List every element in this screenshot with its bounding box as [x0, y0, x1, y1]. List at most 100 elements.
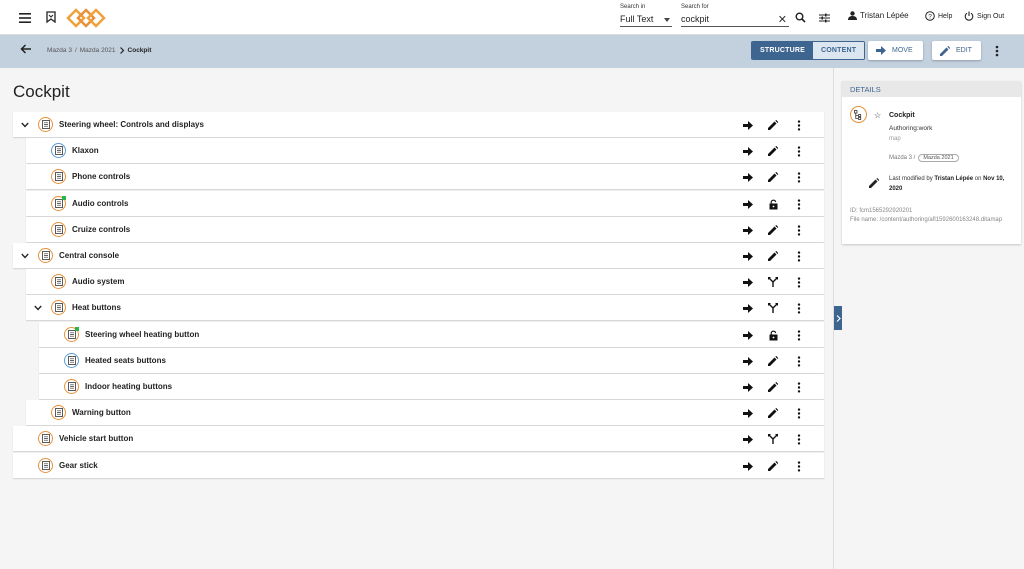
topic-icon — [38, 431, 53, 446]
menu-icon[interactable] — [18, 11, 32, 25]
more-options-icon[interactable] — [793, 381, 805, 393]
edit-icon[interactable] — [767, 407, 779, 419]
power-icon — [964, 11, 974, 21]
filter-settings-icon[interactable] — [818, 11, 831, 24]
breadcrumb-item[interactable]: Mazda 2021 — [80, 47, 116, 54]
edit-icon[interactable] — [767, 145, 779, 157]
help-icon: ? — [925, 11, 935, 21]
more-options-icon[interactable] — [995, 45, 999, 59]
arrow-right-icon[interactable] — [742, 250, 754, 262]
more-options-icon[interactable] — [793, 224, 805, 236]
tree-item-label: Audio controls — [72, 199, 129, 208]
more-options-icon[interactable] — [793, 329, 805, 341]
topic-icon — [51, 300, 66, 315]
signout-button[interactable]: Sign Out — [964, 11, 1004, 21]
tree-row[interactable]: Steering wheel: Controls and displays — [13, 112, 824, 137]
new-indicator — [75, 327, 79, 331]
move-button[interactable]: MOVE — [868, 41, 923, 60]
edit-button[interactable]: EDIT — [932, 41, 981, 60]
clear-icon[interactable]: ✕ — [778, 13, 787, 26]
arrow-right-icon[interactable] — [742, 224, 754, 236]
bookmark-icon[interactable] — [44, 10, 58, 24]
topic-icon — [38, 248, 53, 263]
more-options-icon[interactable] — [793, 250, 805, 262]
edit-icon[interactable] — [767, 355, 779, 367]
arrow-right-icon[interactable] — [742, 145, 754, 157]
edit-icon[interactable] — [767, 250, 779, 262]
edit-icon[interactable] — [767, 381, 779, 393]
tab-structure[interactable]: STRUCTURE — [752, 42, 813, 59]
breadcrumb-item[interactable]: Mazda 3 — [47, 47, 72, 54]
edit-icon[interactable] — [767, 460, 779, 472]
arrow-right-icon[interactable] — [742, 276, 754, 288]
lock-icon[interactable] — [767, 329, 779, 341]
tree-item-label: Heat buttons — [72, 303, 121, 312]
chevron-down-icon[interactable] — [20, 120, 30, 130]
back-arrow-icon[interactable] — [20, 44, 31, 56]
tree-row[interactable]: Warning button — [26, 400, 824, 425]
details-header: DETAILS — [842, 81, 1021, 97]
breadcrumb-current: Cockpit — [127, 47, 152, 54]
breadcrumb-separator: / — [74, 47, 77, 54]
tree-row[interactable]: Heat buttons — [26, 295, 824, 320]
tree-item-label: Klaxon — [72, 146, 99, 155]
tree-row[interactable]: Phone controls — [26, 164, 824, 189]
search-for-field[interactable]: Search for cockpit ✕ — [681, 4, 789, 27]
arrow-right-icon[interactable] — [742, 119, 754, 131]
merge-icon[interactable] — [767, 433, 779, 445]
collapse-panel-button[interactable] — [834, 306, 842, 330]
arrow-right-icon[interactable] — [742, 302, 754, 314]
arrow-right-icon[interactable] — [742, 460, 754, 472]
arrow-right-icon[interactable] — [742, 407, 754, 419]
app-logo[interactable] — [66, 8, 106, 30]
arrow-right-icon[interactable] — [742, 171, 754, 183]
chevron-down-icon[interactable] — [20, 251, 30, 261]
tree-row[interactable]: Audio system — [26, 269, 824, 294]
more-options-icon[interactable] — [793, 198, 805, 210]
more-options-icon[interactable] — [793, 302, 805, 314]
tree-row[interactable]: Central console — [13, 243, 824, 268]
more-options-icon[interactable] — [793, 433, 805, 445]
merge-icon[interactable] — [767, 302, 779, 314]
search-icon[interactable] — [794, 11, 807, 24]
signout-label: Sign Out — [977, 12, 1005, 20]
tree-row[interactable]: Heated seats buttons — [39, 348, 824, 373]
more-options-icon[interactable] — [793, 171, 805, 183]
tree-row[interactable]: Vehicle start button — [13, 426, 824, 451]
arrow-right-icon — [876, 46, 886, 55]
more-options-icon[interactable] — [793, 355, 805, 367]
search-in-value: Full Text — [620, 14, 654, 24]
tree-row[interactable]: Indoor heating buttons — [39, 374, 824, 399]
topic-icon — [38, 458, 53, 473]
arrow-right-icon[interactable] — [742, 433, 754, 445]
merge-icon[interactable] — [767, 276, 779, 288]
more-options-icon[interactable] — [793, 145, 805, 157]
tree-row[interactable]: Klaxon — [26, 138, 824, 163]
user-menu[interactable]: Tristan Lépée — [848, 11, 909, 20]
tree-row[interactable]: Gear stick — [13, 453, 824, 478]
edit-icon[interactable] — [767, 224, 779, 236]
tree-row[interactable]: Steering wheel heating button — [39, 322, 824, 347]
more-options-icon[interactable] — [793, 460, 805, 472]
arrow-right-icon[interactable] — [742, 381, 754, 393]
tree-row[interactable]: Cruize controls — [26, 217, 824, 242]
arrow-right-icon[interactable] — [742, 355, 754, 367]
search-input[interactable]: cockpit — [681, 14, 709, 24]
tab-content[interactable]: CONTENT — [812, 42, 865, 59]
edit-label: EDIT — [956, 47, 972, 54]
more-options-icon[interactable] — [793, 119, 805, 131]
arrow-right-icon[interactable] — [742, 329, 754, 341]
edit-icon[interactable] — [767, 171, 779, 183]
more-options-icon[interactable] — [793, 276, 805, 288]
chevron-down-icon[interactable] — [33, 303, 43, 313]
search-in-select[interactable]: Search in Full Text — [620, 4, 672, 27]
more-options-icon[interactable] — [793, 407, 805, 419]
help-button[interactable]: ? Help — [925, 11, 952, 21]
arrow-right-icon[interactable] — [742, 198, 754, 210]
tree-item-label: Steering wheel heating button — [85, 330, 200, 339]
edit-icon[interactable] — [767, 119, 779, 131]
tree-row[interactable]: Audio controls — [26, 191, 824, 216]
star-icon[interactable]: ☆ — [874, 111, 881, 120]
details-path-chip[interactable]: Mazda 2021 — [918, 154, 959, 162]
lock-icon[interactable] — [767, 198, 779, 210]
